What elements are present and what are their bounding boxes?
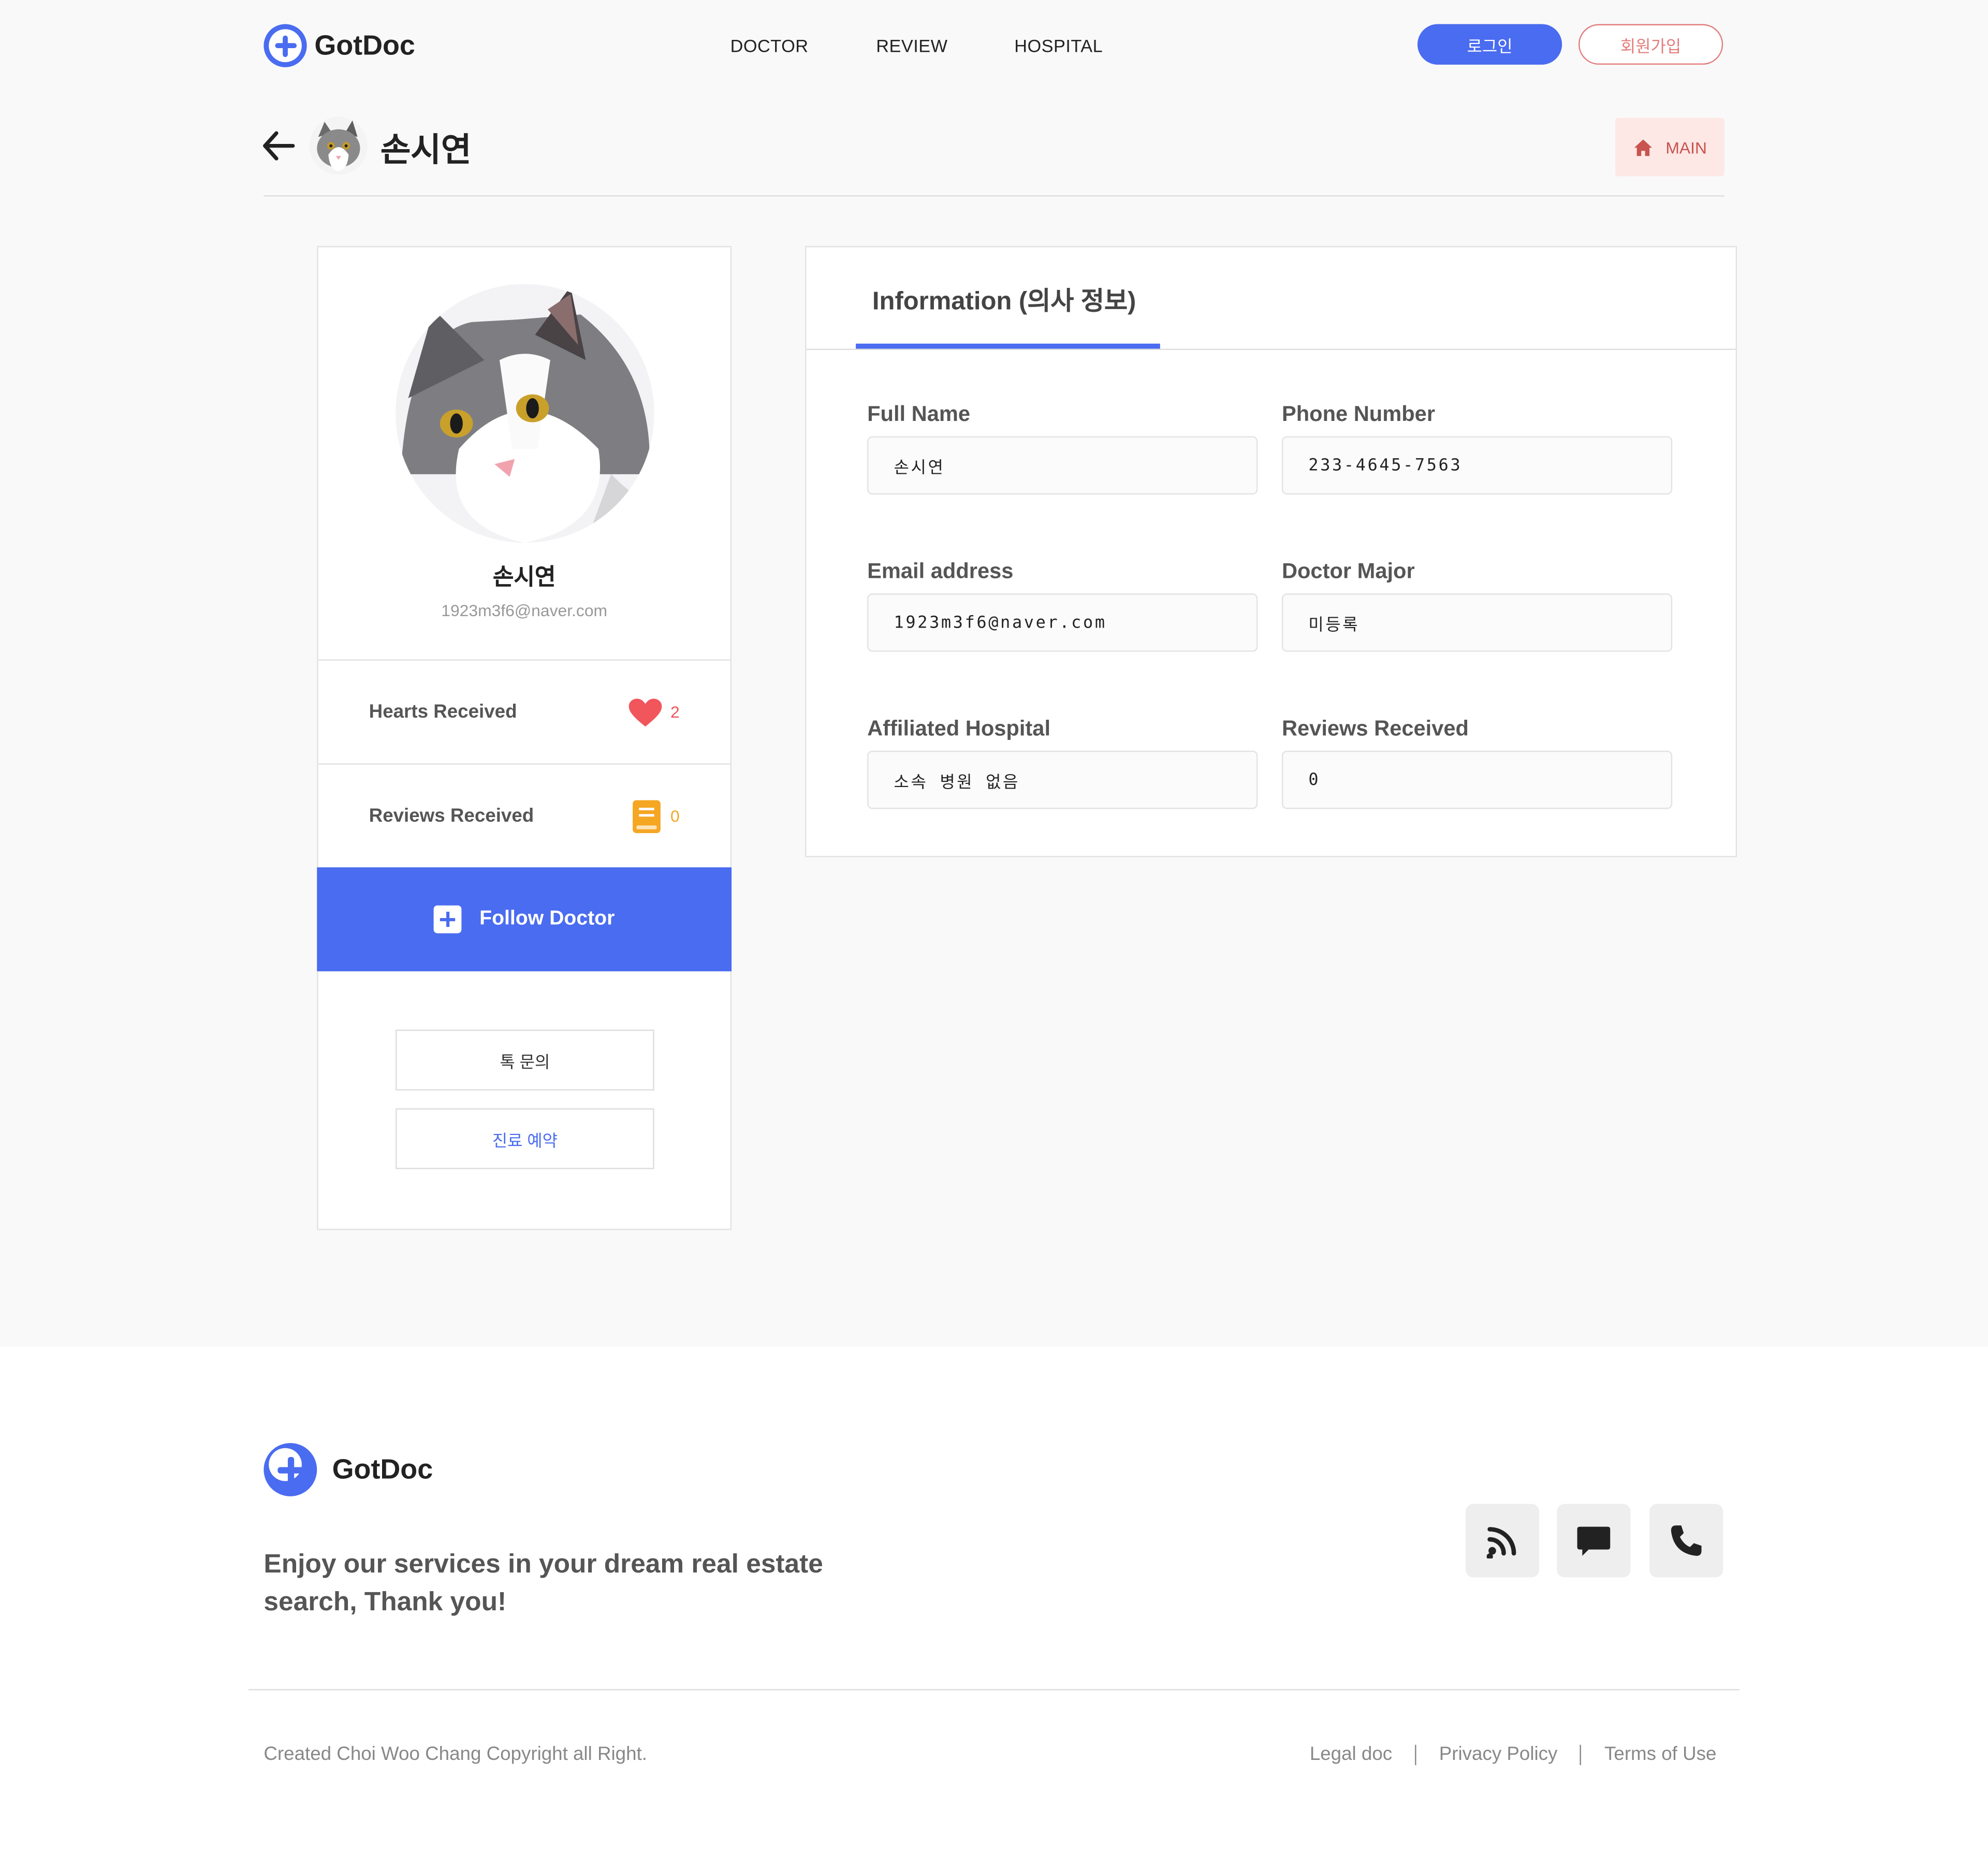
title-divider — [264, 195, 1724, 197]
footer: GotDoc Enjoy our services in your dream … — [0, 1346, 1988, 1864]
footer-link-separator — [1415, 1744, 1416, 1765]
follow-doctor-label: Follow Doctor — [479, 908, 615, 930]
logo-plus-icon — [264, 1443, 317, 1496]
profile-email: 1923m3f6@naver.com — [441, 601, 608, 620]
footer-logo-text: GotDoc — [332, 1453, 433, 1485]
footer-links: Legal doc Privacy Policy Terms of Use — [1310, 1743, 1717, 1765]
footer-copyright: Created Choi Woo Chang Copyright all Rig… — [264, 1743, 647, 1766]
nav-doctor[interactable]: DOCTOR — [730, 36, 809, 56]
book-icon — [632, 799, 661, 833]
plus-box-icon — [433, 905, 462, 934]
footer-tagline-line1: Enjoy our services in your dream real es… — [264, 1549, 823, 1579]
footer-divider — [248, 1689, 1740, 1691]
hearts-label: Hearts Received — [369, 701, 517, 723]
email-address-field[interactable]: 1923m3f6@naver.com — [867, 593, 1258, 652]
title-avatar — [309, 116, 368, 175]
chat-icon — [1577, 1526, 1611, 1556]
phone-number-field[interactable]: 233-4645-7563 — [1281, 436, 1673, 495]
reviews-row: Reviews Received 0 — [318, 765, 730, 867]
terms-of-use-link[interactable]: Terms of Use — [1604, 1743, 1716, 1765]
logo-plus-icon — [264, 24, 307, 67]
reviews-received-label: Reviews Received — [1281, 716, 1469, 741]
main-button[interactable]: MAIN — [1615, 118, 1724, 177]
hearts-count: 2 — [670, 702, 680, 722]
information-divider — [806, 348, 1736, 350]
profile-card: 손시연 1923m3f6@naver.com Hearts Received 2… — [317, 246, 732, 1230]
home-icon — [1634, 139, 1652, 156]
information-tab-underline — [856, 343, 1160, 349]
affiliated-hospital-field[interactable]: 소속 병원 없음 — [867, 750, 1258, 809]
nav-hospital[interactable]: HOSPITAL — [1014, 36, 1103, 56]
legal-doc-link[interactable]: Legal doc — [1310, 1743, 1392, 1765]
privacy-policy-link[interactable]: Privacy Policy — [1439, 1743, 1558, 1765]
phone-icon — [1671, 1525, 1702, 1556]
follow-doctor-button[interactable]: Follow Doctor — [317, 867, 732, 971]
signup-button[interactable]: 회원가입 — [1578, 24, 1723, 65]
heart-icon — [628, 698, 662, 726]
back-arrow-icon[interactable] — [261, 129, 297, 169]
main-button-label: MAIN — [1665, 137, 1707, 157]
email-address-label: Email address — [867, 559, 1014, 584]
rss-button[interactable] — [1466, 1504, 1540, 1578]
footer-logo[interactable]: GotDoc — [264, 1443, 433, 1496]
hearts-row: Hearts Received 2 — [318, 661, 730, 763]
information-tab[interactable]: Information (의사 정보) — [872, 280, 1136, 317]
doctor-major-field[interactable]: 미등록 — [1281, 593, 1673, 652]
reviews-count: 0 — [670, 806, 680, 826]
login-button[interactable]: 로그인 — [1417, 24, 1562, 65]
phone-number-label: Phone Number — [1281, 402, 1436, 426]
information-card: Information (의사 정보) Full Name 손시연 Phone … — [805, 246, 1737, 857]
chat-button[interactable] — [1557, 1504, 1631, 1578]
doctor-major-label: Doctor Major — [1281, 559, 1415, 584]
profile-avatar — [396, 284, 654, 543]
talk-inquiry-button[interactable]: 톡 문의 — [396, 1029, 654, 1091]
full-name-field[interactable]: 손시연 — [867, 436, 1258, 495]
reviews-received-field[interactable]: 0 — [1281, 750, 1673, 809]
nav-review[interactable]: REVIEW — [876, 36, 947, 56]
reserve-button[interactable]: 진료 예약 — [396, 1108, 654, 1169]
logo-text: GotDoc — [314, 29, 415, 61]
footer-tagline-line2: search, Thank you! — [264, 1588, 507, 1617]
reviews-label: Reviews Received — [369, 805, 534, 827]
affiliated-hospital-label: Affiliated Hospital — [867, 716, 1051, 741]
full-name-label: Full Name — [867, 402, 971, 426]
footer-link-separator — [1580, 1744, 1582, 1765]
phone-button[interactable] — [1649, 1504, 1723, 1578]
rss-icon — [1486, 1527, 1516, 1559]
header-logo[interactable]: GotDoc — [264, 24, 415, 67]
footer-tagline: Enjoy our services in your dream real es… — [264, 1546, 823, 1622]
page-title: 손시연 — [380, 130, 472, 169]
profile-name: 손시연 — [492, 564, 556, 590]
